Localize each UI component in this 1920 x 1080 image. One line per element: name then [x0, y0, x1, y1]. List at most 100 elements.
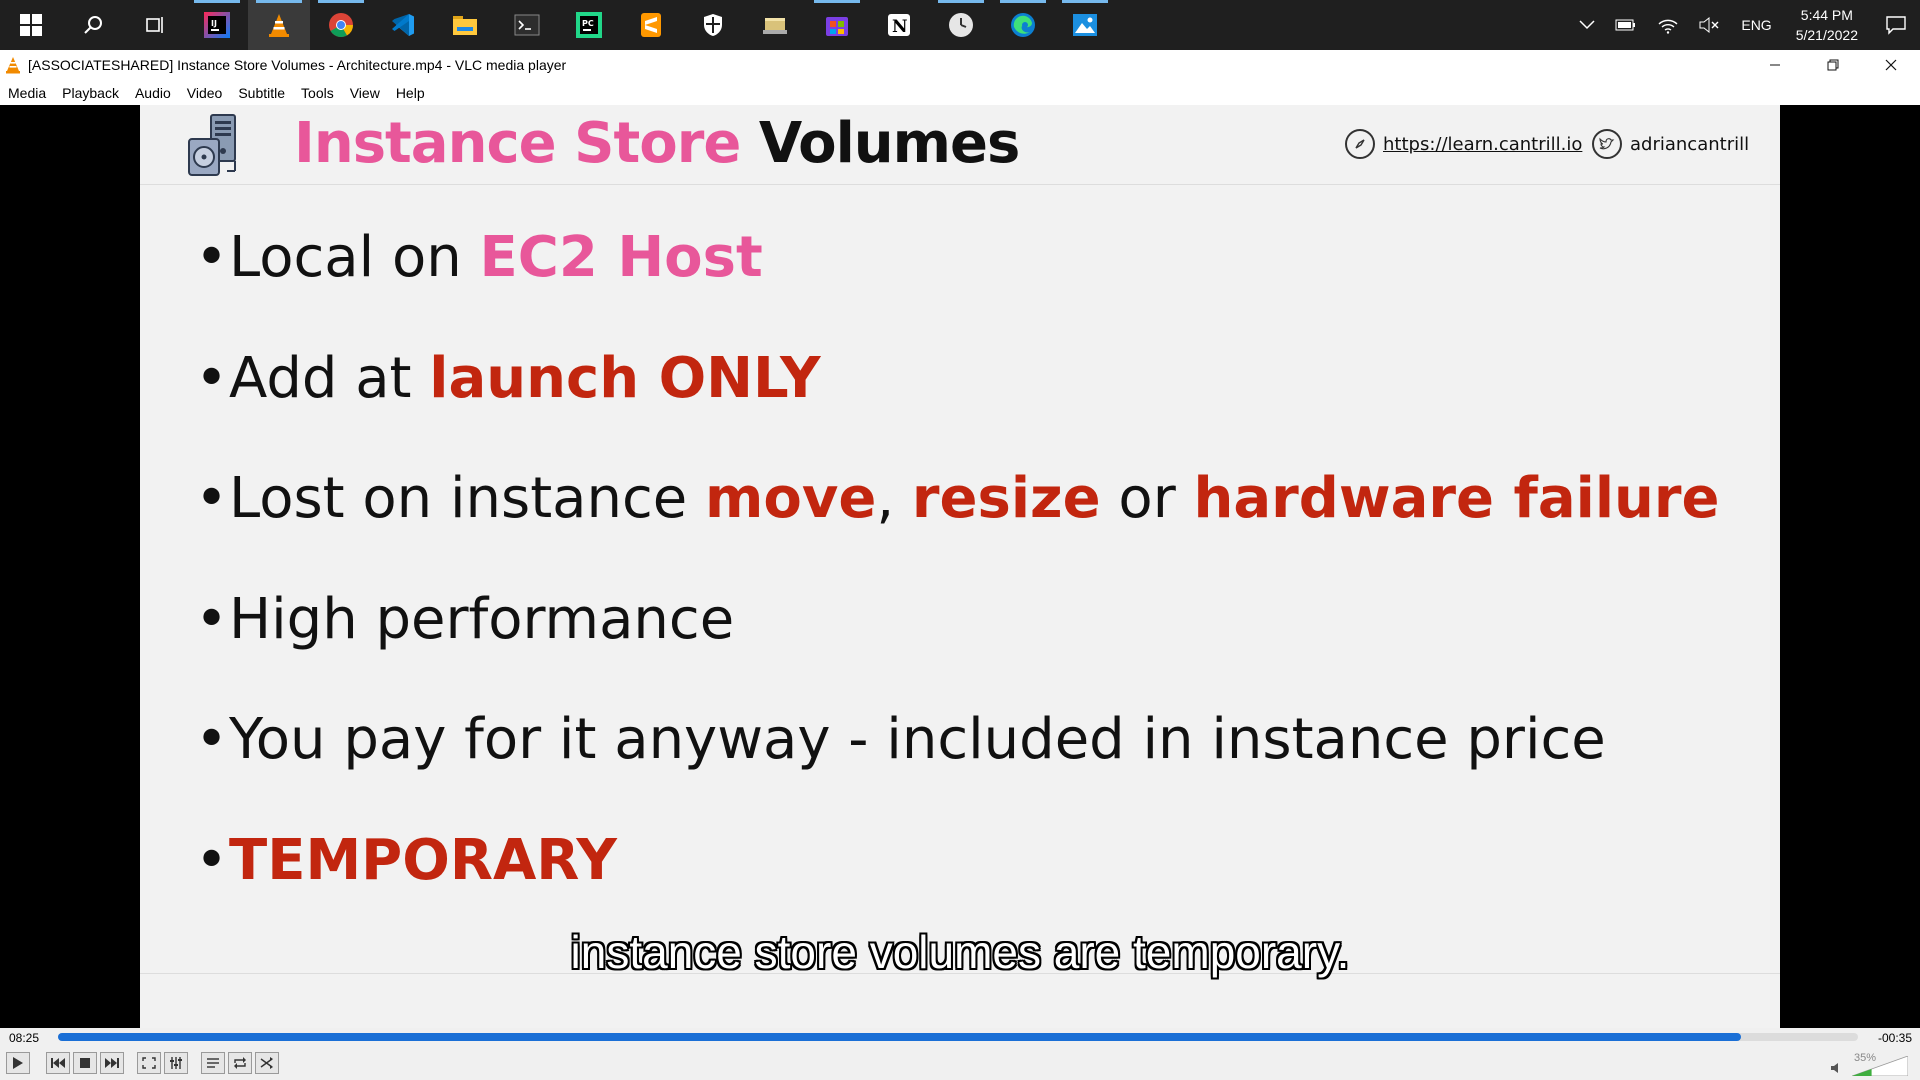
speaker-muted-icon: [1699, 17, 1719, 33]
pycharm-icon: PC: [576, 12, 602, 38]
photos-icon: [1073, 14, 1097, 36]
elapsed-time[interactable]: 08:25: [9, 1031, 39, 1045]
taskbar-notion[interactable]: N: [868, 0, 930, 50]
bullet-dot: •: [195, 586, 229, 652]
language-indicator[interactable]: ENG: [1731, 0, 1781, 50]
intellij-icon: IJ: [204, 12, 230, 38]
previous-button[interactable]: [46, 1052, 70, 1074]
close-icon: [1885, 59, 1897, 71]
clock[interactable]: 5:44 PM 5/21/2022: [1782, 5, 1872, 45]
restore-button[interactable]: [1804, 50, 1862, 80]
notifications-button[interactable]: [1872, 0, 1920, 50]
menu-video[interactable]: Video: [179, 85, 231, 101]
search-button[interactable]: [62, 0, 124, 50]
bullet-item: • High performance: [195, 587, 1720, 708]
shuffle-button[interactable]: [255, 1052, 279, 1074]
svg-text:PC: PC: [582, 19, 594, 28]
clock-app-icon: [949, 13, 973, 37]
notification-icon: [1886, 16, 1906, 35]
clock-time: 5:44 PM: [1800, 7, 1853, 23]
compass-icon: [1345, 129, 1375, 159]
remaining-time[interactable]: -00:35: [1878, 1031, 1912, 1045]
show-hidden-icons-button[interactable]: [1569, 0, 1605, 50]
slide-title-highlight: Instance Store: [294, 111, 741, 176]
bullet-list: • Local on EC2 Host • Add at launch ONLY…: [195, 225, 1720, 948]
bullet-text: TEMPORARY: [229, 827, 617, 893]
playlist-button[interactable]: [201, 1052, 225, 1074]
bullet-item: • You pay for it anyway - included in in…: [195, 707, 1720, 828]
extended-settings-button[interactable]: [164, 1052, 188, 1074]
menu-bar: Media Playback Audio Video Subtitle Tool…: [0, 80, 1920, 105]
taskbar-chrome[interactable]: [310, 0, 372, 50]
battery-button[interactable]: [1605, 0, 1647, 50]
loop-icon: [234, 1057, 246, 1069]
taskbar-clock-app[interactable]: [930, 0, 992, 50]
next-button[interactable]: [100, 1052, 124, 1074]
stop-icon: [80, 1058, 90, 1068]
taskbar-app[interactable]: [744, 0, 806, 50]
window-titlebar: [ASSOCIATESHARED] Instance Store Volumes…: [0, 50, 1920, 80]
file-explorer-icon: [453, 16, 477, 35]
site-url: https://learn.cantrill.io: [1383, 133, 1583, 155]
bullet-text: Local on EC2 Host: [229, 225, 763, 290]
taskbar-vscode[interactable]: [372, 0, 434, 50]
svg-text:N: N: [892, 17, 908, 37]
window-controls: [1746, 50, 1920, 80]
vlc-icon: [6, 57, 20, 74]
video-area[interactable]: Instance Store Volumes https://learn.can…: [0, 105, 1920, 1028]
restore-icon: [1827, 59, 1839, 71]
seek-progress: [58, 1033, 1741, 1041]
minimize-button[interactable]: [1746, 50, 1804, 80]
seek-slider[interactable]: [58, 1033, 1858, 1041]
equalizer-icon: [170, 1057, 182, 1069]
taskbar-intellij[interactable]: IJ: [186, 0, 248, 50]
clock-date: 5/21/2022: [1795, 27, 1858, 43]
instance-store-logo-icon: [188, 114, 236, 176]
menu-view[interactable]: View: [342, 85, 388, 101]
minimize-icon: [1770, 64, 1780, 66]
task-view-button[interactable]: [124, 0, 186, 50]
fullscreen-button[interactable]: [137, 1052, 161, 1074]
playback-controls: 35%: [0, 1046, 1920, 1080]
app-icon: [763, 18, 787, 34]
bullet-dot: •: [195, 345, 229, 411]
taskbar-sublime[interactable]: [620, 0, 682, 50]
play-button[interactable]: [6, 1052, 30, 1074]
taskbar: IJ PC N ENG 5:44 PM 5/21/2022: [0, 0, 1920, 50]
twitter-username: adriancantrill: [1630, 133, 1750, 155]
bullet-dot: •: [195, 707, 229, 772]
volume-button[interactable]: [1689, 0, 1731, 50]
taskbar-photos[interactable]: [1054, 0, 1116, 50]
playlist-icon: [207, 1058, 219, 1068]
menu-tools[interactable]: Tools: [293, 85, 342, 101]
network-button[interactable]: [1647, 0, 1689, 50]
taskbar-store[interactable]: [806, 0, 868, 50]
slide-title-rest: Volumes: [758, 111, 1020, 176]
bullet-dot: •: [195, 466, 229, 531]
menu-media[interactable]: Media: [0, 85, 54, 101]
menu-help[interactable]: Help: [388, 85, 433, 101]
taskbar-edge[interactable]: [992, 0, 1054, 50]
stop-button[interactable]: [73, 1052, 97, 1074]
taskbar-pycharm[interactable]: PC: [558, 0, 620, 50]
speaker-icon: [1831, 1063, 1838, 1073]
menu-subtitle[interactable]: Subtitle: [230, 85, 293, 101]
menu-audio[interactable]: Audio: [127, 85, 179, 101]
menu-playback[interactable]: Playback: [54, 85, 127, 101]
taskbar-terminal[interactable]: [496, 0, 558, 50]
taskbar-vlc[interactable]: [248, 0, 310, 50]
bullet-item: • Lost on instance move, resize or hardw…: [195, 466, 1720, 587]
volume-slider[interactable]: 35%: [1830, 1052, 1910, 1076]
site-link: https://learn.cantrill.io: [1345, 129, 1582, 159]
play-icon: [13, 1057, 23, 1069]
video-subtitle: instance store volumes are temporary.: [570, 926, 1350, 978]
battery-icon: [1615, 19, 1636, 31]
taskbar-security[interactable]: [682, 0, 744, 50]
fullscreen-icon: [142, 1057, 156, 1069]
vlc-icon: [269, 14, 289, 37]
close-button[interactable]: [1862, 50, 1920, 80]
store-icon: [826, 17, 848, 36]
taskbar-file-explorer[interactable]: [434, 0, 496, 50]
loop-button[interactable]: [228, 1052, 252, 1074]
start-button[interactable]: [0, 0, 62, 50]
